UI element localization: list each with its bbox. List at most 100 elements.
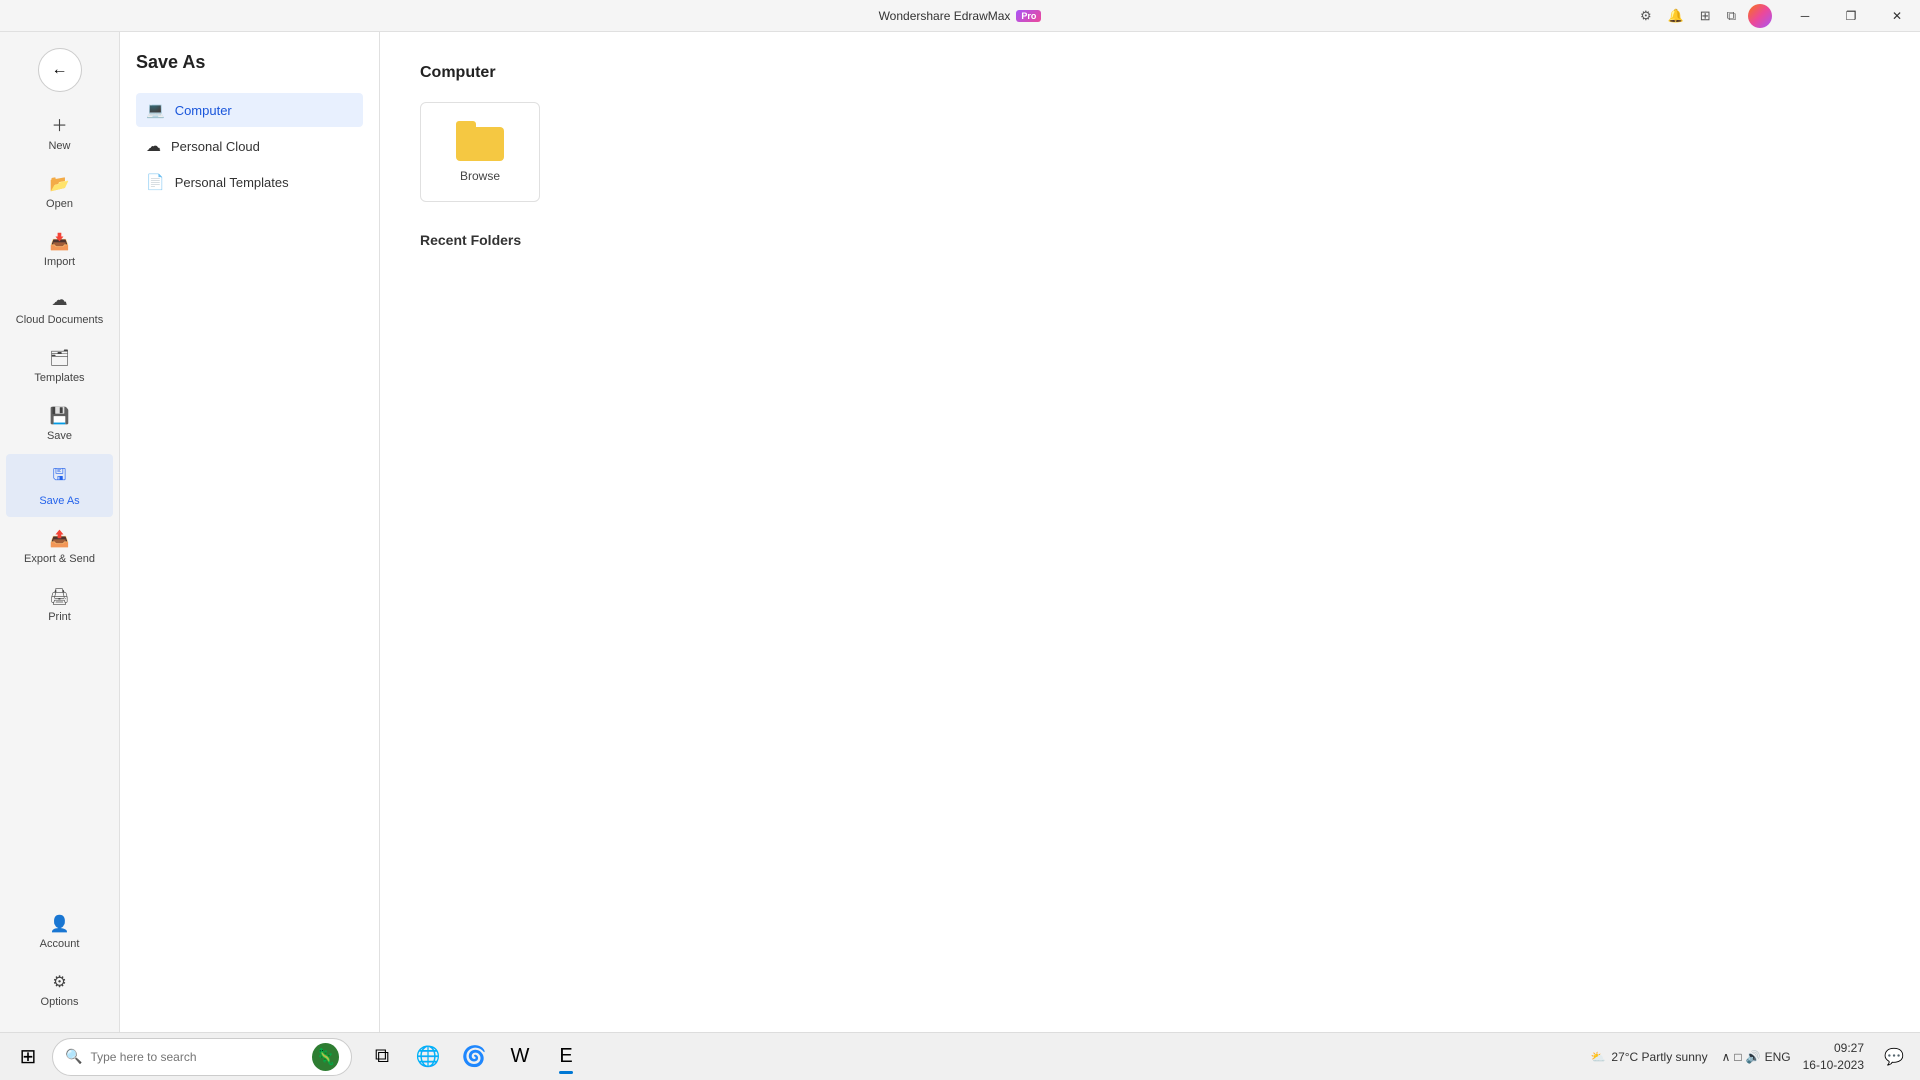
browse-card[interactable]: Browse bbox=[420, 102, 540, 202]
app-name-text: Wondershare EdrawMax bbox=[879, 9, 1011, 23]
taskbar-app-edraw[interactable]: E bbox=[544, 1037, 588, 1077]
section-title: Computer bbox=[420, 64, 1880, 82]
app-title: Wondershare EdrawMax Pro bbox=[879, 9, 1042, 23]
saveas-panel: Save As 💻 Computer ☁ Personal Cloud 📄 Pe… bbox=[120, 32, 380, 1032]
taskview-icon: ⧉ bbox=[375, 1045, 389, 1068]
sidebar-item-templates[interactable]: 🗂 Templates bbox=[6, 338, 113, 394]
saveas-option-personal_cloud[interactable]: ☁ Personal Cloud bbox=[136, 129, 363, 163]
search-mascot: 🦎 bbox=[312, 1043, 339, 1071]
notification-icon: 💬 bbox=[1884, 1047, 1904, 1067]
sidebar-print-icon: 🖨 bbox=[49, 587, 69, 607]
sidebar-import-label: Import bbox=[44, 256, 75, 268]
saveas-computer-icon: 💻 bbox=[146, 101, 165, 119]
window-controls: ─ ❐ ✕ bbox=[1782, 0, 1920, 32]
settings-icon[interactable]: ⚙ bbox=[1636, 6, 1656, 26]
sidebar-item-save[interactable]: 💾 Save bbox=[6, 396, 113, 452]
taskbar-apps: ⧉ 🌐 🌀 W E bbox=[360, 1037, 588, 1077]
weather-icon: ⛅ bbox=[1590, 1050, 1605, 1064]
sidebar-new-label: New bbox=[48, 140, 70, 152]
taskbar-right: ⛅ 27°C Partly sunny ∧ □ 🔊 ENG 09:27 16-1… bbox=[1582, 1038, 1912, 1076]
close-button[interactable]: ✕ bbox=[1874, 0, 1920, 32]
system-icons: ∧ □ 🔊 ENG bbox=[1722, 1050, 1791, 1064]
pro-badge: Pro bbox=[1016, 10, 1041, 22]
layers-icon[interactable]: ⧉ bbox=[1723, 6, 1740, 26]
saveas-personal_templates-icon: 📄 bbox=[146, 173, 165, 191]
sidebar-item-saveas[interactable]: 🖫 Save As bbox=[6, 454, 113, 517]
taskbar-app-word[interactable]: W bbox=[498, 1037, 542, 1077]
back-icon: ← bbox=[52, 61, 68, 79]
saveas-title: Save As bbox=[136, 52, 363, 73]
sidebar-item-cloud[interactable]: ☁ Cloud Documents bbox=[6, 280, 113, 336]
sidebar-options-label: Options bbox=[41, 996, 79, 1008]
sidebar-account-icon: 👤 bbox=[50, 914, 70, 934]
weather-temp: 27°C Partly sunny bbox=[1611, 1050, 1707, 1064]
saveas-option-personal_templates[interactable]: 📄 Personal Templates bbox=[136, 165, 363, 199]
start-button[interactable]: ⊞ bbox=[8, 1037, 48, 1077]
saveas-option-computer[interactable]: 💻 Computer bbox=[136, 93, 363, 127]
sidebar-bottom-items: 👤 Account ⚙ Options bbox=[0, 904, 119, 1018]
search-input[interactable] bbox=[90, 1050, 303, 1064]
edraw-icon: E bbox=[559, 1045, 572, 1068]
clock-date: 16-10-2023 bbox=[1803, 1057, 1864, 1074]
avatar[interactable] bbox=[1748, 4, 1772, 28]
sidebar-saveas-icon: 🖫 bbox=[53, 464, 67, 491]
sidebar-new-icon: ＋ bbox=[51, 112, 67, 136]
start-icon: ⊞ bbox=[20, 1044, 37, 1069]
sidebar-print-label: Print bbox=[48, 611, 71, 623]
sidebar-saveas-label: Save As bbox=[39, 495, 79, 507]
sidebar-export-label: Export & Send bbox=[24, 553, 95, 565]
sidebar-item-export[interactable]: 📤 Export & Send bbox=[6, 519, 113, 575]
main-content: Computer Browse Recent Folders bbox=[380, 32, 1920, 1032]
sidebar-account-label: Account bbox=[40, 938, 80, 950]
saveas-personal_cloud-icon: ☁ bbox=[146, 137, 161, 155]
titlebar-actions: ⚙ 🔔 ⊞ ⧉ bbox=[1636, 6, 1740, 26]
bell-icon[interactable]: 🔔 bbox=[1664, 6, 1688, 26]
sidebar-item-new[interactable]: ＋ New bbox=[6, 102, 113, 162]
taskbar-app-chrome[interactable]: 🌐 bbox=[406, 1037, 450, 1077]
sidebar-bottom: 👤 Account ⚙ Options bbox=[0, 902, 119, 1032]
volume-icon[interactable]: 🔊 bbox=[1746, 1050, 1761, 1064]
sidebar-save-icon: 💾 bbox=[50, 406, 70, 426]
saveas-personal_cloud-label: Personal Cloud bbox=[171, 139, 260, 154]
chrome-icon: 🌐 bbox=[416, 1044, 441, 1069]
sidebar-templates-label: Templates bbox=[34, 372, 84, 384]
back-button[interactable]: ← bbox=[38, 48, 82, 92]
sidebar-item-print[interactable]: 🖨 Print bbox=[6, 577, 113, 633]
sidebar-item-account[interactable]: 👤 Account bbox=[6, 904, 113, 960]
chevron-up-icon[interactable]: ∧ bbox=[1722, 1050, 1731, 1064]
sidebar-options-icon: ⚙ bbox=[52, 972, 66, 992]
sidebar-save-label: Save bbox=[47, 430, 72, 442]
minimize-button[interactable]: ─ bbox=[1782, 0, 1828, 32]
word-icon: W bbox=[511, 1045, 530, 1068]
sidebar-item-import[interactable]: 📥 Import bbox=[6, 222, 113, 278]
search-icon: 🔍 bbox=[65, 1048, 82, 1065]
sidebar-export-icon: 📤 bbox=[50, 529, 70, 549]
edge-icon: 🌀 bbox=[462, 1044, 487, 1069]
sidebar-cloud-label: Cloud Documents bbox=[16, 314, 103, 326]
browse-label: Browse bbox=[460, 169, 500, 183]
sidebar-open-label: Open bbox=[46, 198, 73, 210]
language-indicator[interactable]: ENG bbox=[1765, 1050, 1791, 1064]
taskbar: ⊞ 🔍 🦎 ⧉ 🌐 🌀 W E ⛅ 27°C Partly sunny ∧ □ 🔊 EN… bbox=[0, 1032, 1920, 1080]
saveas-computer-label: Computer bbox=[175, 103, 232, 118]
taskbar-app-edge[interactable]: 🌀 bbox=[452, 1037, 496, 1077]
saveas-options: 💻 Computer ☁ Personal Cloud 📄 Personal T… bbox=[136, 93, 363, 201]
sidebar-open-icon: 📂 bbox=[50, 174, 70, 194]
app-body: ← ＋ New 📂 Open 📥 Import ☁ Cloud Document… bbox=[0, 32, 1920, 1032]
restore-button[interactable]: ❐ bbox=[1828, 0, 1874, 32]
sidebar-templates-icon: 🗂 bbox=[49, 348, 69, 368]
taskbar-app-taskview[interactable]: ⧉ bbox=[360, 1037, 404, 1077]
titlebar: Wondershare EdrawMax Pro ⚙ 🔔 ⊞ ⧉ ─ ❐ ✕ bbox=[0, 0, 1920, 32]
sidebar-items: ＋ New 📂 Open 📥 Import ☁ Cloud Documents … bbox=[0, 100, 119, 635]
folder-icon bbox=[456, 121, 504, 161]
notification-button[interactable]: 💬 bbox=[1876, 1039, 1912, 1075]
monitor-icon[interactable]: □ bbox=[1734, 1050, 1741, 1064]
sidebar-item-open[interactable]: 📂 Open bbox=[6, 164, 113, 220]
clock[interactable]: 09:27 16-10-2023 bbox=[1797, 1038, 1870, 1076]
sidebar: ← ＋ New 📂 Open 📥 Import ☁ Cloud Document… bbox=[0, 32, 120, 1032]
search-bar[interactable]: 🔍 🦎 bbox=[52, 1038, 352, 1076]
sidebar-item-options[interactable]: ⚙ Options bbox=[6, 962, 113, 1018]
weather-widget[interactable]: ⛅ 27°C Partly sunny bbox=[1582, 1046, 1715, 1068]
grid-icon[interactable]: ⊞ bbox=[1696, 6, 1715, 26]
sidebar-cloud-icon: ☁ bbox=[52, 290, 68, 310]
